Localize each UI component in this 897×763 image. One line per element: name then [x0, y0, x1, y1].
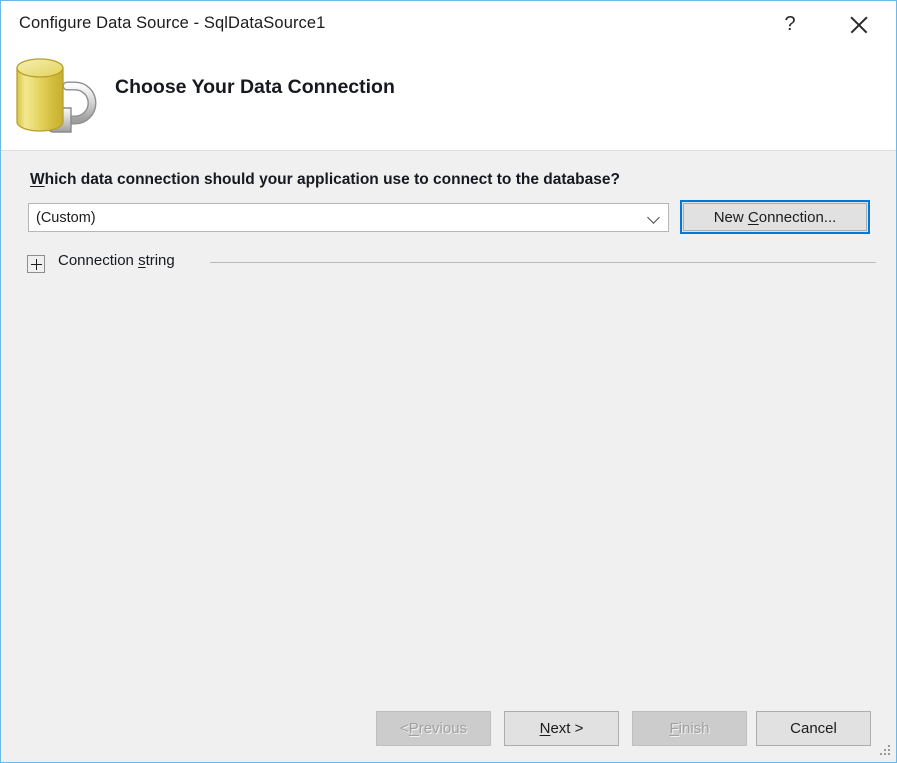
new-connection-prefix: New: [713, 208, 748, 226]
new-connection-accel-char: C: [747, 208, 759, 226]
page-title: Choose Your Data Connection: [115, 76, 395, 98]
finish-suffix: inish: [678, 720, 710, 737]
chevron-down-icon[interactable]: [638, 204, 668, 231]
database-plug-icon: [9, 50, 105, 142]
connection-string-accel-char: s: [138, 252, 146, 269]
previous-suffix: revious: [418, 720, 468, 737]
configure-data-source-dialog: Configure Data Source - SqlDataSource1 ?: [0, 0, 897, 763]
question-text: hich data connection should your applica…: [44, 171, 620, 188]
previous-accel-char: P: [408, 720, 419, 737]
cancel-button[interactable]: Cancel: [756, 711, 871, 746]
connection-string-expander[interactable]: [27, 255, 45, 273]
window-title: Configure Data Source - SqlDataSource1: [19, 14, 326, 32]
cancel-label: Cancel: [790, 720, 837, 737]
question-accel-char: W: [30, 171, 45, 188]
help-button[interactable]: ?: [767, 1, 813, 48]
finish-button[interactable]: Finish: [632, 711, 747, 746]
data-connection-selected-value: (Custom): [36, 209, 96, 226]
connection-string-prefix: Connection: [58, 252, 139, 269]
question-mark-icon: ?: [784, 13, 796, 35]
next-suffix: ext >: [550, 720, 584, 737]
group-separator: [210, 262, 876, 263]
connection-question-label: Which data connection should your applic…: [30, 171, 620, 190]
new-connection-button[interactable]: New Connection...: [680, 200, 870, 234]
previous-prefix: <: [399, 720, 409, 737]
connection-string-suffix: tring: [145, 252, 175, 269]
resize-grip-icon[interactable]: [879, 745, 892, 758]
new-connection-suffix: onnection...: [758, 208, 837, 226]
title-bar: Configure Data Source - SqlDataSource1 ?: [1, 1, 896, 48]
data-connection-combobox[interactable]: (Custom): [28, 203, 669, 232]
wizard-header: Choose Your Data Connection: [1, 48, 896, 151]
plus-icon: [30, 258, 42, 270]
finish-accel-char: F: [669, 720, 679, 737]
next-button[interactable]: Next >: [504, 711, 619, 746]
close-button[interactable]: [836, 1, 882, 48]
next-accel-char: N: [539, 720, 551, 737]
previous-button[interactable]: < Previous: [376, 711, 491, 746]
dialog-body: Which data connection should your applic…: [1, 152, 896, 762]
connection-string-label: Connection string: [58, 252, 175, 269]
close-icon: [848, 14, 870, 36]
